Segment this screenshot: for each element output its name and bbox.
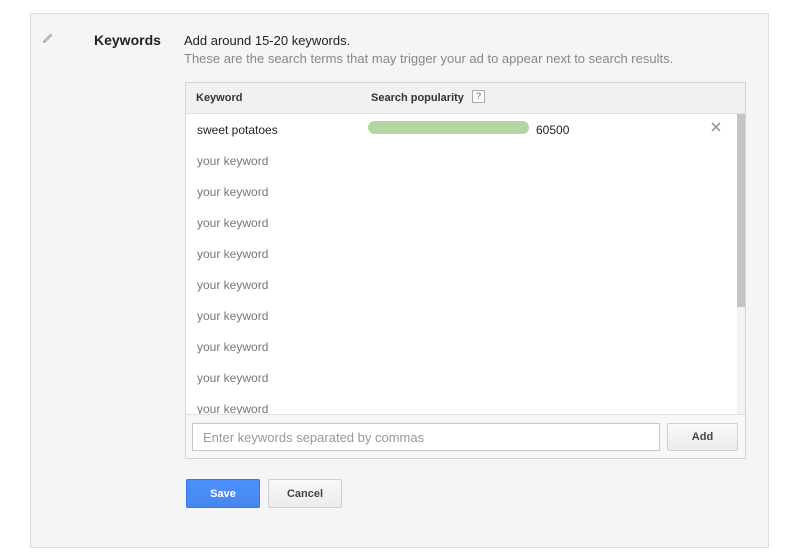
pencil-icon[interactable]: [41, 31, 55, 45]
keyword-row: sweet potatoes 60500: [186, 114, 736, 145]
scrollbar-thumb[interactable]: [737, 114, 745, 307]
cancel-button[interactable]: Cancel: [268, 479, 342, 508]
keyword-row[interactable]: your keyword: [186, 238, 736, 269]
column-header-popularity: Search popularity: [371, 92, 464, 104]
keyword-row[interactable]: your keyword: [186, 269, 736, 300]
add-keyword-button[interactable]: Add: [667, 423, 738, 451]
help-icon[interactable]: ?: [472, 90, 485, 103]
keyword-placeholder: your keyword: [197, 154, 269, 168]
keyword-table: Keyword Search popularity ? sweet potato…: [185, 82, 746, 459]
keyword-placeholder: your keyword: [197, 309, 269, 323]
keyword-text: sweet potatoes: [197, 123, 278, 137]
keyword-row[interactable]: your keyword: [186, 362, 736, 393]
keyword-entry-input[interactable]: [192, 423, 660, 451]
keyword-row[interactable]: your keyword: [186, 393, 736, 414]
save-button[interactable]: Save: [186, 479, 260, 508]
keyword-placeholder: your keyword: [197, 340, 269, 354]
keyword-list: sweet potatoes 60500 your keyword your k…: [186, 114, 745, 414]
section-title: Keywords: [94, 32, 161, 48]
keyword-placeholder: your keyword: [197, 247, 269, 261]
keyword-list-scrollbar[interactable]: [737, 114, 745, 414]
keyword-row[interactable]: your keyword: [186, 145, 736, 176]
keyword-row[interactable]: your keyword: [186, 300, 736, 331]
keywords-panel: Keywords Add around 15-20 keywords. Thes…: [30, 13, 769, 548]
keyword-row[interactable]: your keyword: [186, 176, 736, 207]
keyword-placeholder: your keyword: [197, 216, 269, 230]
popularity-bar: [368, 121, 529, 134]
keyword-placeholder: your keyword: [197, 371, 269, 385]
keyword-placeholder: your keyword: [197, 402, 269, 414]
keyword-row[interactable]: your keyword: [186, 207, 736, 238]
table-header: Keyword Search popularity ?: [186, 83, 745, 114]
keyword-placeholder: your keyword: [197, 278, 269, 292]
column-header-keyword: Keyword: [196, 92, 243, 104]
keyword-entry-bar: Add: [186, 414, 745, 458]
instruction-text: Add around 15-20 keywords.: [184, 33, 351, 48]
keyword-placeholder: your keyword: [197, 185, 269, 199]
popularity-value: 60500: [536, 123, 570, 137]
subinstruction-text: These are the search terms that may trig…: [184, 51, 674, 66]
keyword-row[interactable]: your keyword: [186, 331, 736, 362]
close-icon[interactable]: [709, 120, 723, 134]
